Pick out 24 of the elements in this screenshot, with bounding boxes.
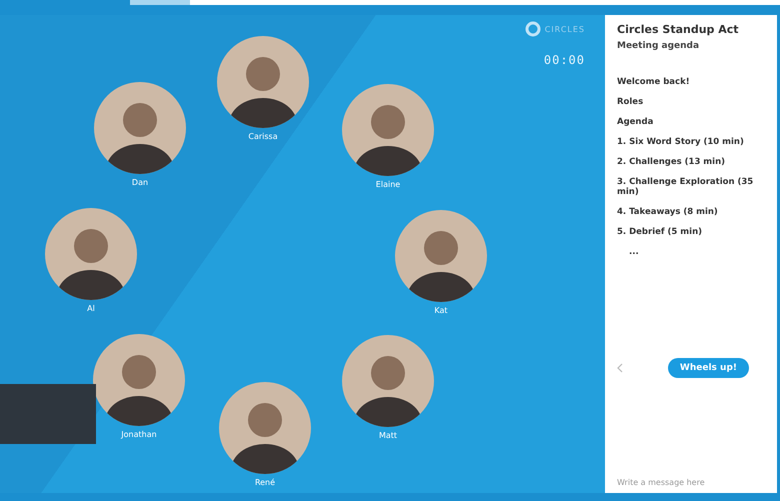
participant-name: René [254, 478, 276, 487]
participant-name: Matt [378, 431, 398, 440]
wheels-up-button[interactable]: Wheels up! [668, 358, 749, 378]
timer: 00:00 [544, 53, 585, 67]
agenda-ellipsis: ... [628, 247, 640, 257]
meeting-subtitle: Meeting agenda [617, 41, 700, 51]
agenda-item: 5. Debrief (5 min) [617, 227, 703, 237]
chevron-left-icon[interactable] [617, 363, 623, 373]
agenda-item: 3. Challenge Exploration (35 min) [617, 177, 754, 197]
participant-name: Dan [132, 178, 148, 187]
agenda-item: 4. Takeaways (8 min) [617, 207, 719, 217]
agenda-item: 2. Challenges (13 min) [617, 157, 726, 167]
ring-logo-icon [524, 21, 541, 37]
brand-name: CIRCLES [544, 24, 585, 34]
participant-name: Carissa [248, 132, 278, 141]
agenda-item: Welcome back! [617, 77, 691, 87]
agenda-item: Roles [617, 97, 644, 107]
participant-name: Kat [434, 306, 448, 315]
participant-name: Jonathan [121, 430, 157, 439]
participant-name: Elaine [376, 180, 400, 189]
agenda-item: Agenda [617, 117, 654, 127]
meeting-title: Circles Standup Act [617, 23, 740, 36]
agenda-item: 1. Six Word Story (10 min) [617, 137, 745, 147]
participant-name: Al [87, 304, 95, 313]
